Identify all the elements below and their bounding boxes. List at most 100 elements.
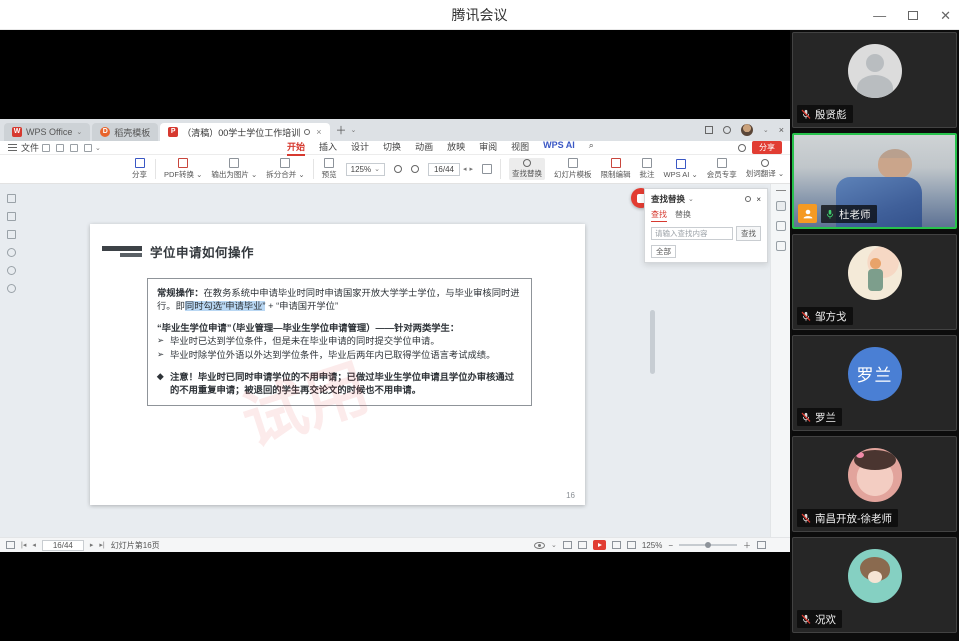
toolbar-restrict-edit[interactable]: 限制编辑 bbox=[601, 158, 631, 180]
zoom-select[interactable]: 125% ⌄ bbox=[346, 163, 385, 176]
participant-tile[interactable]: 况欢 bbox=[792, 537, 957, 633]
grid-view-icon[interactable] bbox=[6, 541, 15, 549]
wps-close-icon[interactable]: × bbox=[779, 125, 784, 135]
restore-window-icon[interactable] bbox=[705, 126, 713, 134]
zoom-slider[interactable] bbox=[679, 544, 737, 546]
undo-icon[interactable] bbox=[70, 144, 78, 152]
new-tab-button[interactable]: ＋ bbox=[336, 122, 347, 138]
hamburger-menu-icon[interactable] bbox=[8, 144, 17, 151]
comment-bubble-icon[interactable] bbox=[7, 230, 16, 239]
statusbar-pager[interactable]: 16/44 bbox=[42, 540, 84, 551]
tab-wps-home[interactable]: W WPS Office ⌄ bbox=[4, 123, 90, 141]
toolbar-slide-template[interactable]: 幻灯片模板 bbox=[554, 158, 592, 180]
maximize-button[interactable] bbox=[908, 11, 918, 20]
participant-tile-speaking[interactable]: 杜老师 bbox=[792, 133, 957, 229]
quickbar-more-icon[interactable]: ⌄ bbox=[95, 144, 101, 152]
participant-nametag: 邹方戈 bbox=[797, 307, 853, 325]
file-menu[interactable]: 文件 bbox=[21, 141, 39, 154]
close-panel-icon[interactable]: × bbox=[756, 195, 761, 204]
zoom-out-button[interactable] bbox=[394, 165, 402, 173]
zoom-in-button[interactable]: ＋ bbox=[743, 540, 751, 551]
find-all-chip[interactable]: 全部 bbox=[651, 245, 676, 258]
eye-protect-icon[interactable] bbox=[534, 542, 545, 549]
toolbar-export-image[interactable]: 输出为图片 ⌄ bbox=[211, 158, 257, 180]
theme-icon[interactable] bbox=[738, 144, 746, 152]
chevron-down-icon: ⌄ bbox=[76, 128, 82, 136]
toolbar-vip[interactable]: 会员专享 bbox=[707, 158, 737, 180]
vertical-scrollbar[interactable] bbox=[650, 310, 655, 374]
fit-window-button[interactable] bbox=[482, 164, 492, 174]
close-button[interactable]: ✕ bbox=[940, 9, 951, 22]
minimize-button[interactable]: — bbox=[873, 9, 886, 22]
account-avatar[interactable] bbox=[741, 124, 753, 136]
tab-animation[interactable]: 动画 bbox=[415, 139, 433, 156]
share-button[interactable]: 分享 bbox=[752, 141, 782, 154]
next-slide-icon[interactable]: ▸ bbox=[470, 165, 474, 173]
bookmark-icon[interactable] bbox=[7, 194, 16, 203]
zoom-in-button[interactable] bbox=[411, 165, 419, 173]
tab-home[interactable]: 开始 bbox=[287, 139, 305, 156]
sorter-view-icon[interactable] bbox=[578, 541, 587, 549]
tab-review[interactable]: 审阅 bbox=[479, 139, 497, 156]
tab-list-icon[interactable]: ⌄ bbox=[351, 126, 357, 134]
redo-icon[interactable] bbox=[84, 144, 92, 152]
avatar bbox=[848, 448, 902, 502]
pin-icon[interactable] bbox=[304, 129, 310, 135]
tab-transition[interactable]: 切换 bbox=[383, 139, 401, 156]
play-from-current-button[interactable] bbox=[593, 540, 606, 550]
tab-docer-template[interactable]: D 稻壳模板 bbox=[92, 123, 158, 141]
slide-canvas[interactable]: 学位申请如何操作 常规操作：在教务系统中申请毕业时同时申请国家开放大学学士学位，… bbox=[90, 224, 585, 505]
prev-slide-icon[interactable]: ◂ bbox=[32, 541, 36, 549]
toolbar-comment[interactable]: 批注 bbox=[640, 158, 655, 180]
toolbar-preview[interactable]: 预览 bbox=[322, 158, 337, 180]
search-panel-icon[interactable] bbox=[776, 201, 786, 211]
find-input[interactable] bbox=[651, 227, 733, 240]
reading-view-icon[interactable] bbox=[612, 541, 621, 549]
wps-tabbar: W WPS Office ⌄ D 稻壳模板 P （清稿）00学士学位工作培训 ×… bbox=[0, 119, 790, 141]
toolbar-split-merge[interactable]: 拆分合并 ⌄ bbox=[266, 158, 304, 180]
pin-panel-icon[interactable] bbox=[745, 196, 751, 202]
print-icon[interactable] bbox=[56, 144, 64, 152]
first-slide-icon[interactable]: |◂ bbox=[21, 541, 26, 549]
collapse-icon[interactable] bbox=[776, 190, 786, 191]
inbox-icon[interactable] bbox=[7, 212, 16, 221]
toolbar-translate[interactable]: 划词翻译 ⌄ bbox=[746, 159, 784, 179]
last-slide-icon[interactable]: ▸| bbox=[99, 541, 104, 549]
wps-minimize-icon[interactable]: ⌄ bbox=[763, 126, 769, 134]
ribbon-search-icon[interactable]: ⌕ bbox=[589, 139, 594, 156]
tab-insert[interactable]: 插入 bbox=[319, 139, 337, 156]
next-slide-icon[interactable]: ▸ bbox=[90, 541, 94, 549]
zoom-out-button[interactable]: − bbox=[668, 541, 673, 550]
save-icon[interactable] bbox=[42, 144, 50, 152]
find-tab[interactable]: 查找 bbox=[651, 209, 667, 222]
toolbar-share[interactable]: 分享 bbox=[132, 158, 147, 180]
participant-nametag: 殷贤彪 bbox=[797, 105, 853, 123]
normal-view-icon[interactable] bbox=[563, 541, 572, 549]
replace-tab[interactable]: 替换 bbox=[675, 209, 691, 222]
toolbar-find-replace[interactable]: 查找替换 bbox=[509, 158, 545, 180]
pen-icon[interactable] bbox=[7, 266, 16, 275]
props-icon[interactable] bbox=[776, 221, 786, 231]
participant-tile[interactable]: 南昌开放-徐老师 bbox=[792, 436, 957, 532]
tab-view[interactable]: 视图 bbox=[511, 139, 529, 156]
gear-icon[interactable] bbox=[7, 284, 16, 293]
prev-slide-icon[interactable]: ◂ bbox=[463, 165, 467, 173]
fullwidth-view-icon[interactable] bbox=[627, 541, 636, 549]
attachment-icon[interactable] bbox=[7, 248, 16, 257]
find-button[interactable]: 查找 bbox=[736, 226, 761, 241]
participant-tile[interactable]: 邹方戈 bbox=[792, 234, 957, 330]
chevron-down-icon[interactable]: ⌄ bbox=[688, 195, 694, 203]
fit-screen-icon[interactable] bbox=[757, 541, 766, 549]
pager-value[interactable]: 16/44 bbox=[428, 163, 460, 176]
help-icon[interactable] bbox=[776, 241, 786, 251]
tab-wps-ai[interactable]: WPS AI bbox=[543, 139, 575, 156]
participant-tile[interactable]: 罗兰 罗兰 bbox=[792, 335, 957, 431]
avatar bbox=[848, 246, 902, 300]
tab-slideshow[interactable]: 放映 bbox=[447, 139, 465, 156]
toolbar-pdf-convert[interactable]: PDF转换 ⌄ bbox=[164, 158, 202, 180]
toolbar-wps-ai[interactable]: WPS AI ⌄ bbox=[664, 159, 698, 179]
tab-design[interactable]: 设计 bbox=[351, 139, 369, 156]
participant-tile[interactable]: 殷贤彪 bbox=[792, 32, 957, 128]
tab-close-icon[interactable]: × bbox=[316, 127, 321, 137]
settings-icon[interactable] bbox=[723, 126, 731, 134]
